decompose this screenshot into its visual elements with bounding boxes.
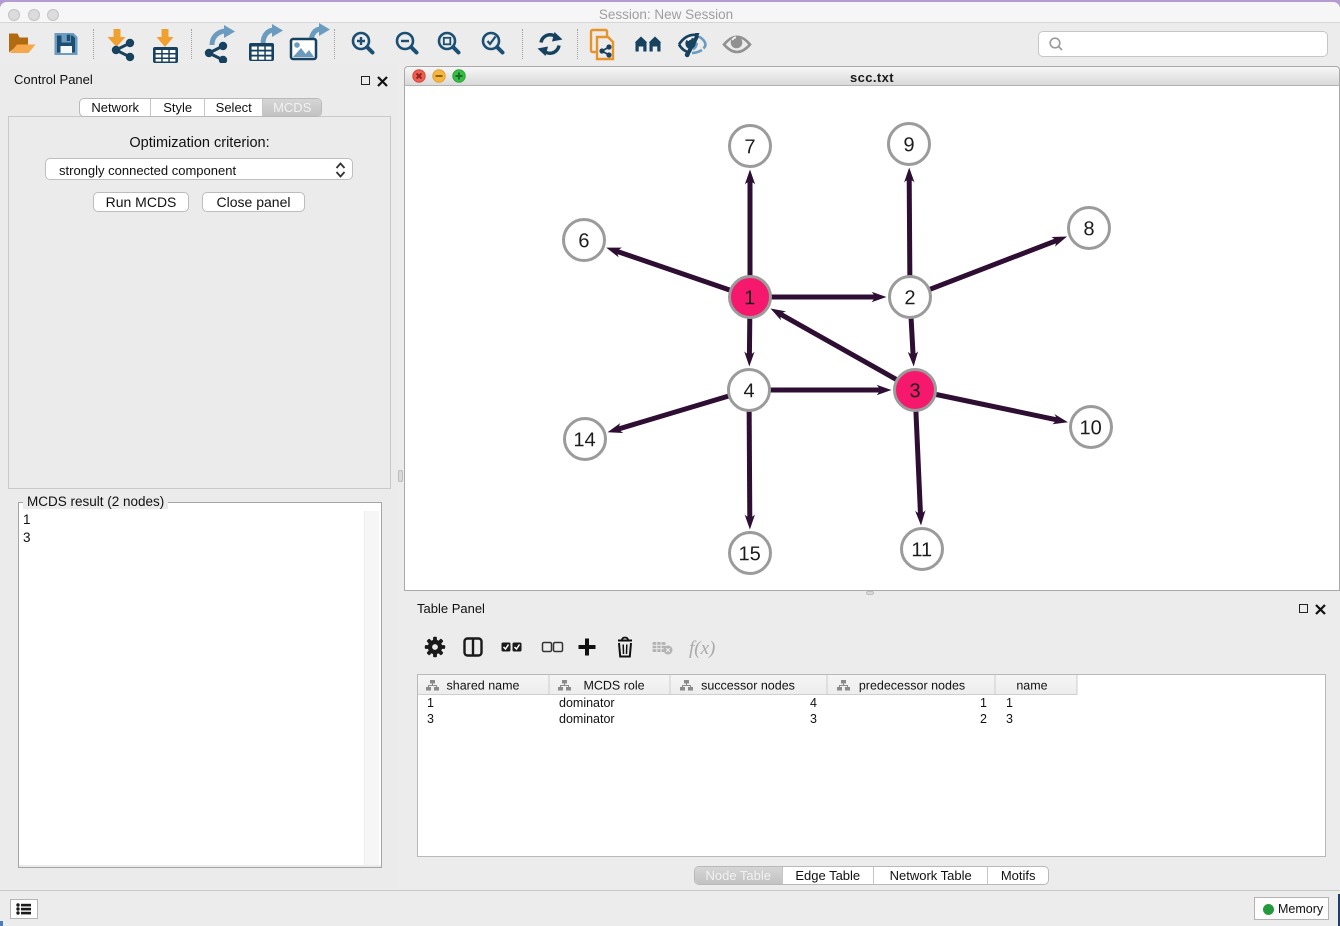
svg-text:successor nodes: successor nodes	[701, 679, 795, 693]
svg-text:MCDS role: MCDS role	[583, 679, 644, 693]
svg-text:name: name	[1016, 679, 1047, 693]
svg-text:shared name: shared name	[447, 679, 520, 693]
svg-text:predecessor nodes: predecessor nodes	[859, 679, 965, 693]
svg-text:f(x): f(x)	[689, 638, 715, 659]
